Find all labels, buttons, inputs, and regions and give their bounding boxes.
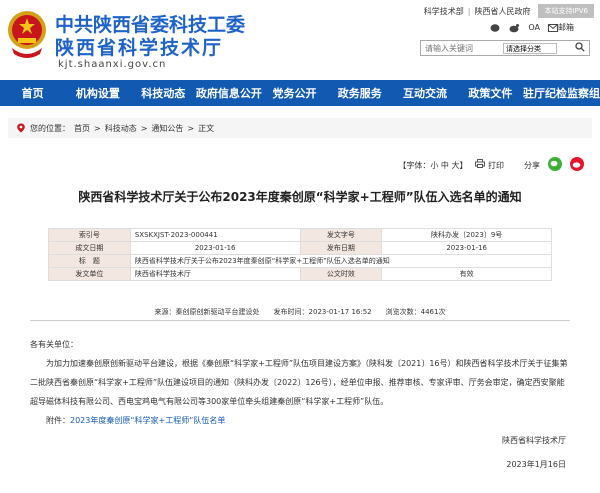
weibo-icon[interactable]: [509, 23, 520, 33]
breadcrumb-notices[interactable]: 通知公告: [151, 123, 183, 134]
meta-key: 发布日期: [299, 241, 383, 255]
article-body: 各有关单位： 为加力加速秦创原创新驱动平台建设，根据《秦创原“科学家+工程师”队…: [30, 335, 570, 430]
nav-party-affairs[interactable]: 党务公开: [262, 85, 327, 101]
article-title: 陕西省科学技术厅关于公布2023年度秦创原“科学家+工程师”队伍入选名单的通知: [78, 190, 522, 204]
mail-icon: [548, 23, 558, 32]
meta-value: 陕西省科学技术厅关于公布2023年度秦创原“科学家+工程师”队伍入选名单的通知: [129, 254, 553, 268]
print-button[interactable]: 打印: [475, 159, 504, 171]
nav-discipline[interactable]: 驻厅纪检监察组: [523, 85, 600, 101]
printer-icon: [475, 159, 486, 168]
article-tools: 【字体：小 中 大】 打印 分享: [398, 157, 584, 173]
nav-organization[interactable]: 机构设置: [65, 85, 130, 101]
header-icon-bar: OA 邮箱: [490, 22, 574, 33]
site-header: 中共陕西省委科技工委 陕西省科学技术厅 kjt.shaanxi.gov.cn 科…: [0, 0, 600, 80]
search-input[interactable]: [421, 41, 501, 55]
share-weibo-icon[interactable]: [570, 157, 584, 173]
meta-value: 陕西省科学技术厅: [129, 267, 301, 281]
site-domain: kjt.shaanxi.gov.cn: [58, 59, 167, 70]
nav-home[interactable]: 首页: [0, 85, 65, 101]
breadcrumb-separator: >: [187, 123, 195, 133]
meta-key: 索引号: [48, 228, 131, 242]
font-label-end: 】: [459, 160, 468, 170]
nav-tech-news[interactable]: 科技动态: [131, 85, 196, 101]
article-date: 2023年1月16日: [506, 460, 566, 469]
meta-value: 2023-01-16: [381, 241, 552, 255]
divider: [30, 320, 570, 321]
mail-label: 邮箱: [558, 23, 574, 32]
meta-key: 公文时效: [299, 267, 383, 281]
breadcrumb-tech-news[interactable]: 科技动态: [105, 123, 137, 134]
meta-key: 发文单位: [48, 267, 131, 281]
breadcrumb-home[interactable]: 首页: [74, 123, 90, 134]
top-link-most[interactable]: 科学技术部: [424, 6, 464, 17]
breadcrumb-separator: >: [140, 123, 148, 133]
national-emblem-icon: [8, 11, 46, 58]
font-size-control: 【字体：小 中 大】: [398, 160, 467, 171]
meta-value: 陕科办发〔2023〕9号: [381, 228, 552, 242]
nav-services[interactable]: 政务服务: [327, 85, 392, 101]
print-label: 打印: [488, 161, 504, 170]
ipv6-badge: 本站支持IPV6: [538, 4, 594, 18]
meta-value: 2023-01-16: [129, 241, 301, 255]
breadcrumb-separator: >: [94, 123, 101, 133]
top-link-shaanxi-gov[interactable]: 陕西省人民政府: [474, 6, 530, 17]
top-links: 科学技术部 | 陕西省人民政府 本站支持IPV6: [424, 4, 594, 18]
table-row: 标 题 陕西省科学技术厅关于公布2023年度秦创原“科学家+工程师”队伍入选名单…: [48, 254, 553, 268]
attachment-link[interactable]: 2023年度秦创原“科学家+工程师”队伍名单: [70, 416, 225, 425]
breadcrumb: 您的位置： 首页 > 科技动态 > 通知公告 > 正文: [8, 118, 592, 138]
font-medium-button[interactable]: 中: [441, 161, 449, 170]
nav-gov-info[interactable]: 政府信息公开: [196, 85, 262, 101]
article-signature: 陕西省科学技术厅: [502, 436, 566, 445]
location-icon: [17, 123, 25, 133]
main-nav: 首页 机构设置 科技动态 政府信息公开 党务公开 政务服务 互动交流 政策文件 …: [0, 80, 600, 106]
search-box: 请选择分类: [420, 40, 590, 56]
search-category-select[interactable]: 请选择分类: [503, 42, 557, 54]
table-row: 发文单位 陕西省科学技术厅 公文时效 有效: [48, 267, 552, 281]
search-icon[interactable]: [575, 42, 585, 54]
org-name-line2: 陕西省科学技术厅: [55, 37, 224, 59]
meta-key: 发文字号: [299, 228, 383, 242]
nav-interaction[interactable]: 互动交流: [392, 85, 457, 101]
meta-value: SXSKXJST-2023-000441: [129, 228, 301, 242]
document-meta-table: 索引号 SXSKXJST-2023-000441 发文字号 陕科办发〔2023〕…: [48, 228, 553, 281]
table-row: 索引号 SXSKXJST-2023-000441 发文字号 陕科办发〔2023〕…: [48, 228, 552, 242]
oa-link[interactable]: OA: [528, 23, 540, 32]
wechat-icon[interactable]: [490, 23, 501, 33]
article-salutation: 各有关单位：: [30, 340, 78, 349]
meta-key: 成文日期: [48, 241, 131, 255]
meta-key: 标 题: [48, 254, 131, 268]
font-label: 【字体：: [398, 160, 431, 170]
attachment-label: 附件：: [46, 416, 70, 425]
nav-policy[interactable]: 政策文件: [458, 85, 523, 101]
breadcrumb-prefix: 您的位置：: [30, 123, 70, 133]
meta-value: 有效: [381, 267, 552, 281]
font-small-button[interactable]: 小: [430, 161, 438, 170]
attachment-line: 附件：2023年度秦创原“科学家+工程师”队伍名单: [30, 411, 570, 430]
share-label: 分享: [524, 160, 540, 170]
share-wechat-icon[interactable]: [548, 157, 562, 173]
article-source-line: 来源：秦创原创新驱动平台建设处 发布时间：2023-01-17 16:52 浏览…: [154, 308, 446, 316]
breadcrumb-current: 正文: [198, 123, 215, 133]
table-row: 成文日期 2023-01-16 发布日期 2023-01-16: [48, 241, 552, 255]
mail-link[interactable]: 邮箱: [548, 22, 574, 33]
divider: |: [467, 6, 471, 16]
article-paragraph: 为加力加速秦创原创新驱动平台建设，根据《秦创原“科学家+工程师”队伍项目建设方案…: [30, 359, 568, 406]
